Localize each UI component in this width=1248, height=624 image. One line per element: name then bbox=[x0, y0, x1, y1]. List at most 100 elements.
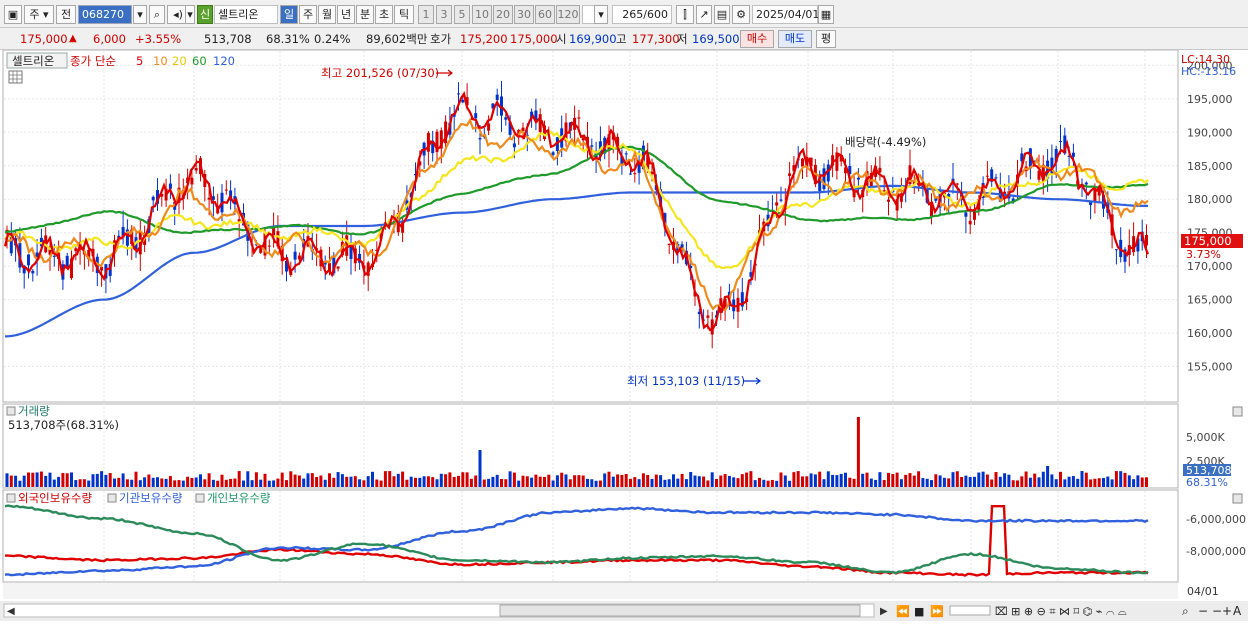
volume-bar bbox=[1059, 471, 1062, 487]
volume-bar bbox=[1132, 479, 1136, 487]
period-minute-tab[interactable]: 분 bbox=[356, 5, 374, 24]
period-second-tab[interactable]: 초 bbox=[375, 5, 393, 24]
interval-5-button[interactable]: 5 bbox=[454, 5, 470, 24]
stock-code-input[interactable]: 068270 bbox=[78, 5, 132, 24]
rewind-icon[interactable]: ⏪ bbox=[896, 605, 910, 618]
interval-10-button[interactable]: 10 bbox=[472, 5, 492, 24]
interval-20-button[interactable]: 20 bbox=[493, 5, 513, 24]
search-icon[interactable]: ⌕ bbox=[149, 5, 165, 24]
holdings-panel-close-icon[interactable] bbox=[1232, 493, 1243, 504]
evaluation-button[interactable]: 평 bbox=[816, 30, 836, 48]
institution-holdings-label: 기관보유수량 bbox=[119, 491, 183, 505]
volume-bar bbox=[353, 476, 357, 487]
volume-bar bbox=[676, 478, 680, 487]
period-week-tab[interactable]: 주 bbox=[299, 5, 317, 24]
volume-bar bbox=[792, 472, 796, 487]
volume-bar bbox=[1016, 480, 1019, 487]
volume-bar bbox=[57, 476, 61, 487]
zoom-search-icon[interactable]: ⌕ bbox=[1182, 604, 1189, 618]
save-icon[interactable]: ▤ bbox=[714, 5, 730, 24]
stock-name-field[interactable]: 셀트리온 bbox=[214, 5, 278, 24]
volume-bar bbox=[332, 477, 336, 487]
zoom-out-icon[interactable]: − bbox=[1198, 604, 1208, 618]
buy-button[interactable]: 매수 bbox=[740, 30, 774, 48]
volume-bar bbox=[856, 417, 860, 487]
volume-bar bbox=[693, 475, 697, 487]
stop-icon[interactable]: ■ bbox=[914, 605, 924, 618]
volume-bar bbox=[65, 473, 69, 487]
volume-bar bbox=[1071, 476, 1075, 487]
volume-bar bbox=[1041, 471, 1045, 487]
draw-tool-icon[interactable]: ↗ bbox=[696, 5, 712, 24]
scroll-right-icon[interactable]: ▶ bbox=[880, 606, 888, 617]
candle-body bbox=[267, 245, 271, 247]
stock-chart-svg[interactable]: 155,000 160,000 165,000 170,000 175,000 180,0… bbox=[0, 49, 1248, 621]
volume-bar bbox=[710, 472, 714, 487]
volume-bar bbox=[912, 475, 916, 487]
volume-bar bbox=[439, 473, 443, 487]
volume-bar bbox=[874, 479, 878, 487]
data-count-field[interactable]: 265/600 bbox=[612, 5, 672, 24]
period-year-tab[interactable]: 년 bbox=[337, 5, 355, 24]
zoom-in-icon[interactable]: + bbox=[1222, 604, 1232, 618]
volume-bar bbox=[1097, 478, 1101, 487]
volume-bar bbox=[78, 479, 82, 487]
forward-icon[interactable]: ⏩ bbox=[930, 605, 944, 618]
text-tool-icon[interactable]: A bbox=[1233, 604, 1242, 618]
chart-window-icon[interactable]: ▣ bbox=[4, 5, 22, 24]
speed-slider[interactable] bbox=[949, 605, 991, 616]
volume-bar bbox=[1076, 478, 1080, 487]
tool-icons[interactable]: ⌧ ⊞ ⊕ ⊖ ⌗ ⋈ ⌑ ⌬ ⌁ ⌒ ⌓ bbox=[995, 605, 1127, 618]
table-view-icon[interactable] bbox=[8, 70, 23, 84]
code-dropdown-icon[interactable]: ▾ bbox=[133, 5, 147, 24]
candle-body bbox=[224, 189, 228, 191]
interval-30-button[interactable]: 30 bbox=[514, 5, 534, 24]
zoom-line-icon[interactable]: − bbox=[1212, 604, 1222, 618]
volume-bar bbox=[1037, 477, 1041, 487]
interval-1-button[interactable]: 1 bbox=[418, 5, 434, 24]
volume-bar bbox=[500, 479, 503, 487]
high-annotation: 최고 201,526 (07/30) bbox=[321, 66, 439, 80]
candle-body bbox=[151, 196, 155, 201]
date-input[interactable]: 2025/04/01 bbox=[752, 5, 819, 24]
volume-bar bbox=[624, 473, 628, 487]
interval-3-button[interactable]: 3 bbox=[436, 5, 452, 24]
candle-body bbox=[887, 199, 890, 202]
low-price: 169,500 bbox=[692, 32, 740, 46]
period-month-tab[interactable]: 월 bbox=[318, 5, 336, 24]
candle-body bbox=[495, 94, 499, 101]
calendar-icon[interactable]: ▦ bbox=[818, 5, 834, 24]
ma-legend-10: 10 bbox=[153, 54, 168, 68]
individual-toggle[interactable] bbox=[195, 493, 205, 503]
volume-bar bbox=[302, 478, 306, 487]
volume-bar bbox=[650, 478, 654, 487]
institution-toggle[interactable] bbox=[107, 493, 117, 503]
scroll-left-icon[interactable]: ◀ bbox=[7, 606, 15, 617]
interval-60-button[interactable]: 60 bbox=[535, 5, 555, 24]
speaker-dropdown-icon[interactable]: ▾ bbox=[185, 5, 195, 24]
volume-bar bbox=[388, 471, 392, 487]
market-type-select[interactable]: 주 ▾ bbox=[24, 5, 54, 24]
volume-bar bbox=[925, 478, 929, 487]
settings-gear-icon[interactable]: ⚙ bbox=[732, 5, 750, 24]
chart-area[interactable]: 155,000 160,000 165,000 170,000 175,000 180,0… bbox=[0, 49, 1248, 621]
period-day-tab[interactable]: 일 bbox=[280, 5, 298, 24]
candle-body bbox=[779, 199, 783, 201]
holdings-panel-toggle[interactable] bbox=[6, 493, 16, 503]
candle-body bbox=[504, 117, 508, 120]
volume-panel-close-icon[interactable] bbox=[1232, 406, 1243, 417]
interval-dropdown-icon[interactable]: ▾ bbox=[594, 5, 608, 24]
volume-bar bbox=[689, 472, 693, 487]
scrollbar-thumb[interactable] bbox=[499, 604, 861, 617]
prev-button[interactable]: 전 bbox=[56, 5, 76, 24]
interval-120-button[interactable]: 120 bbox=[556, 5, 580, 24]
sell-button[interactable]: 매도 bbox=[778, 30, 812, 48]
volume-bar bbox=[220, 474, 224, 487]
volume-bar bbox=[1127, 475, 1131, 487]
volume-bar bbox=[706, 480, 710, 487]
volume-panel-toggle[interactable] bbox=[6, 406, 16, 416]
volume-bar bbox=[276, 478, 280, 487]
candle-type-icon[interactable]: ⫿ bbox=[676, 5, 694, 24]
period-tick-tab[interactable]: 틱 bbox=[394, 5, 414, 24]
volume-bar bbox=[508, 471, 512, 487]
